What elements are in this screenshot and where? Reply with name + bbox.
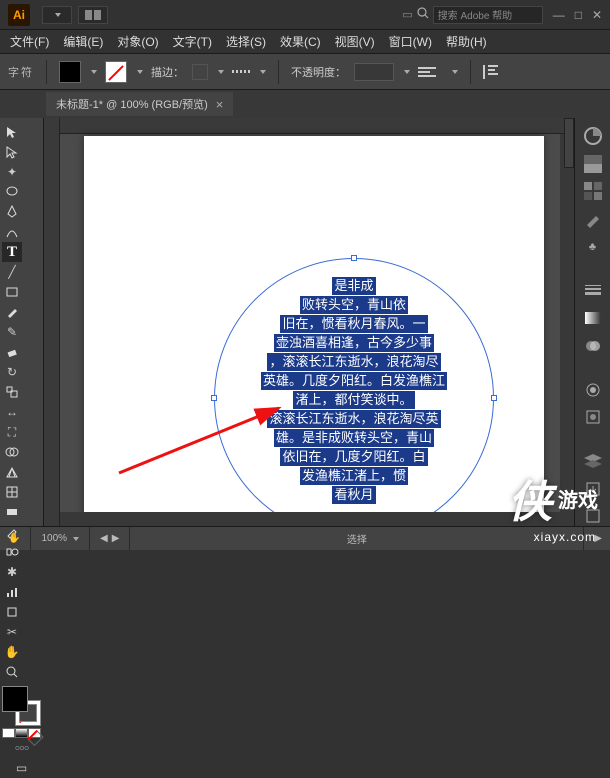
document-title: 未标题-1* @ 100% (RGB/预览)	[56, 96, 208, 112]
search-input[interactable]: 搜索 Adobe 帮助	[433, 6, 543, 24]
eraser-tool[interactable]	[2, 342, 22, 362]
opacity-label: 不透明度：	[291, 64, 346, 80]
color-panel-icon[interactable]	[581, 126, 605, 146]
opacity-input[interactable]	[354, 63, 394, 81]
minimize-button[interactable]: —	[553, 8, 565, 22]
pen-tool[interactable]	[2, 202, 22, 222]
perspective-grid-tool[interactable]	[2, 462, 22, 482]
current-tool-label: 选择	[347, 531, 367, 546]
width-tool[interactable]: ↔	[2, 402, 22, 422]
menubar: 文件(F) 编辑(E) 对象(O) 文字(T) 选择(S) 效果(C) 视图(V…	[0, 30, 610, 54]
rotate-tool[interactable]: ↻	[2, 362, 22, 382]
color-mode-buttons[interactable]	[2, 728, 41, 738]
character-panel-label[interactable]: 字符	[8, 64, 34, 80]
sync-icon[interactable]: ▭	[402, 8, 412, 21]
fill-stroke-control[interactable]	[2, 686, 41, 726]
gradient-tool[interactable]	[2, 502, 22, 522]
scrollbar-horizontal[interactable]	[60, 512, 560, 526]
workspace-switcher[interactable]	[42, 6, 72, 24]
variable-width-profile[interactable]	[232, 70, 250, 73]
menu-help[interactable]: 帮助(H)	[446, 33, 487, 50]
zoom-level[interactable]: 100%	[41, 533, 67, 544]
search-icon[interactable]	[417, 7, 429, 22]
lasso-tool[interactable]	[2, 182, 22, 202]
type-tool[interactable]: T	[2, 242, 22, 262]
magic-wand-tool[interactable]: ✦	[2, 162, 22, 182]
canvas-area[interactable]: 是非成 败转头空，青山依 旧在，惯看秋月春风。一 壶浊酒喜相逢，古今多少事 ，滚…	[44, 118, 574, 526]
stroke-weight-input[interactable]	[192, 64, 208, 80]
arrange-docs[interactable]	[78, 6, 108, 24]
appearance-panel-icon[interactable]	[581, 380, 605, 400]
column-graph-tool[interactable]	[2, 582, 22, 602]
selection-tool[interactable]	[2, 122, 22, 142]
ruler-horizontal[interactable]	[60, 118, 574, 134]
transparency-panel-icon[interactable]	[581, 336, 605, 356]
shape-builder-tool[interactable]	[2, 442, 22, 462]
stroke-swatch[interactable]	[105, 61, 127, 83]
scale-tool[interactable]	[2, 382, 22, 402]
menu-view[interactable]: 视图(V)	[335, 33, 375, 50]
menu-select[interactable]: 选择(S)	[226, 33, 266, 50]
hand-tool[interactable]: ✋	[2, 642, 22, 662]
slice-tool[interactable]: ✂	[2, 622, 22, 642]
menu-object[interactable]: 对象(O)	[117, 33, 158, 50]
app-logo: Ai	[8, 4, 30, 26]
options-bar: 字符 描边： 不透明度：	[0, 54, 610, 90]
artboard-tool[interactable]	[2, 602, 22, 622]
graphic-styles-icon[interactable]	[581, 407, 605, 427]
menu-file[interactable]: 文件(F)	[10, 33, 49, 50]
brushes-panel-icon[interactable]	[581, 209, 605, 229]
swatches-panel-icon[interactable]	[581, 182, 605, 202]
screen-mode[interactable]: ▭	[2, 758, 41, 778]
watermark-url: xiayx.com	[534, 530, 596, 544]
stroke-panel-icon[interactable]	[581, 281, 605, 301]
maximize-button[interactable]: □	[575, 8, 582, 22]
color-guide-icon[interactable]	[581, 154, 605, 174]
stroke-label: 描边：	[151, 64, 184, 80]
free-transform-tool[interactable]: ⛶	[2, 422, 22, 442]
panel-expand-handle[interactable]	[564, 118, 574, 168]
artboard-nav-next[interactable]: ▶	[112, 533, 120, 544]
workspace: ✦ T ╱ ✎ ↻ ↔ ⛶ ✱ ✂ ✋ ▭	[0, 118, 610, 526]
selection-handle[interactable]	[211, 395, 217, 401]
rectangle-tool[interactable]	[2, 282, 22, 302]
selection-handle[interactable]	[351, 255, 357, 261]
ruler-vertical[interactable]	[44, 118, 60, 526]
toolbox: ✦ T ╱ ✎ ↻ ↔ ⛶ ✱ ✂ ✋ ▭	[0, 118, 44, 526]
close-button[interactable]: ✕	[592, 8, 602, 22]
watermark-logo: 侠 游戏	[508, 466, 598, 530]
fill-swatch[interactable]	[59, 61, 81, 83]
mesh-tool[interactable]	[2, 482, 22, 502]
menu-type[interactable]: 文字(T)	[173, 33, 212, 50]
symbols-panel-icon[interactable]: ♣	[581, 237, 605, 257]
titlebar: Ai ▭ 搜索 Adobe 帮助 — □ ✕	[0, 0, 610, 30]
paragraph-align-icon[interactable]	[418, 63, 442, 81]
zoom-tool[interactable]	[2, 662, 22, 682]
menu-edit[interactable]: 编辑(E)	[63, 33, 103, 50]
paintbrush-tool[interactable]	[2, 302, 22, 322]
right-panel-dock: ♣	[574, 118, 610, 526]
align-panel-icon[interactable]	[483, 65, 499, 79]
document-tabs: 未标题-1* @ 100% (RGB/预览) ×	[0, 90, 610, 118]
symbol-sprayer-tool[interactable]: ✱	[2, 562, 22, 582]
tab-close-icon[interactable]: ×	[216, 97, 224, 112]
artboard-nav-prev[interactable]: ◀	[100, 533, 108, 544]
document-tab[interactable]: 未标题-1* @ 100% (RGB/预览) ×	[46, 92, 233, 116]
hand-tool-icon[interactable]: ✋	[8, 533, 20, 544]
line-tool[interactable]: ╱	[2, 262, 22, 282]
gradient-panel-icon[interactable]	[581, 308, 605, 328]
selected-text[interactable]: 是非成 败转头空，青山依 旧在，惯看秋月春风。一 壶浊酒喜相逢，古今多少事 ，滚…	[215, 259, 493, 526]
shaper-tool[interactable]: ✎	[2, 322, 22, 342]
selection-handle[interactable]	[491, 395, 497, 401]
direct-selection-tool[interactable]	[2, 142, 22, 162]
text-on-path-object[interactable]: 是非成 败转头空，青山依 旧在，惯看秋月春风。一 壶浊酒喜相逢，古今多少事 ，滚…	[214, 258, 494, 526]
menu-effect[interactable]: 效果(C)	[280, 33, 321, 50]
menu-window[interactable]: 窗口(W)	[389, 33, 432, 50]
curvature-tool[interactable]	[2, 222, 22, 242]
